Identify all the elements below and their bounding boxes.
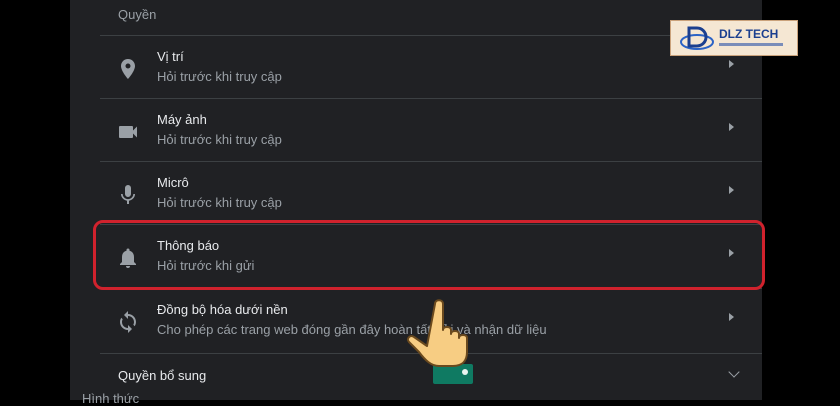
permission-row-microphone[interactable]: Micrô Hỏi trước khi truy cập bbox=[100, 161, 762, 225]
permission-title: Đồng bộ hóa dưới nền bbox=[157, 302, 288, 317]
section-title: Quyền bbox=[118, 7, 157, 22]
chevron-right-icon bbox=[729, 123, 734, 131]
pointing-hand-icon bbox=[406, 299, 473, 384]
logo: DLZ TECH bbox=[670, 20, 798, 56]
chevron-right-icon bbox=[729, 313, 734, 321]
permission-title: Máy ảnh bbox=[157, 112, 207, 127]
permission-row-location[interactable]: Vị trí Hỏi trước khi truy cập bbox=[100, 35, 762, 99]
camera-icon bbox=[116, 120, 140, 144]
appearance-heading: Hình thức bbox=[82, 391, 140, 406]
logo-tagline-bar bbox=[719, 43, 783, 46]
permission-title: Micrô bbox=[157, 175, 189, 190]
highlight-box bbox=[93, 220, 765, 290]
permission-row-camera[interactable]: Máy ảnh Hỏi trước khi truy cập bbox=[100, 98, 762, 162]
location-icon bbox=[116, 57, 140, 81]
chevron-right-icon bbox=[729, 186, 734, 194]
logo-brand: DLZ TECH bbox=[719, 27, 779, 41]
permission-subtitle: Cho phép các trang web đóng gần đây hoàn… bbox=[157, 322, 547, 337]
logo-mark-icon bbox=[680, 26, 714, 50]
sync-icon bbox=[116, 310, 140, 334]
permission-subtitle: Hỏi trước khi truy cập bbox=[157, 69, 282, 84]
additional-permissions-label: Quyền bổ sung bbox=[118, 368, 207, 383]
chevron-right-icon bbox=[729, 60, 734, 68]
permission-title: Vị trí bbox=[157, 49, 184, 64]
permission-subtitle: Hỏi trước khi truy cập bbox=[157, 132, 282, 147]
chevron-down-icon bbox=[728, 366, 740, 378]
permission-subtitle: Hỏi trước khi truy cập bbox=[157, 195, 282, 210]
microphone-icon bbox=[116, 183, 140, 207]
